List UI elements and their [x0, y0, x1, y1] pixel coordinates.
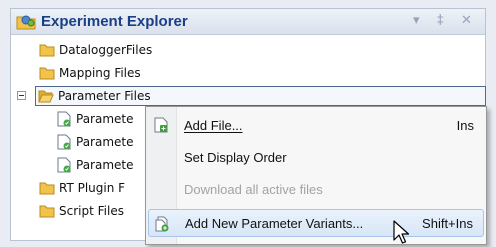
tree-item-mapping-files[interactable]: Mapping Files: [39, 63, 141, 83]
parameter-file-icon: [57, 134, 71, 150]
menu-item-label: Set Display Order: [184, 149, 287, 165]
menu-item-shortcut: Ins: [456, 117, 474, 133]
tree-item-label: DataloggerFiles: [59, 43, 153, 57]
menu-item-add-file[interactable]: Add File... Ins: [148, 111, 484, 139]
parameter-file-icon: [57, 157, 71, 173]
menu-item-label: Download all active files: [184, 181, 323, 197]
panel-titlebar: Experiment Explorer ▾ ‡ ✕: [11, 9, 485, 35]
tree-item-parameter-file-2[interactable]: Paramete: [56, 132, 134, 152]
parameter-file-icon: [57, 111, 71, 127]
folder-icon: [39, 182, 55, 195]
tree-item-label: Mapping Files: [59, 66, 141, 80]
menu-item-label: Add File...: [184, 117, 243, 133]
panel-close-button[interactable]: ✕: [461, 14, 472, 28]
panel-title: Experiment Explorer: [41, 13, 188, 30]
tree-item-parameter-file-3[interactable]: Paramete: [56, 155, 134, 175]
menu-item-set-display-order[interactable]: Set Display Order: [148, 143, 484, 171]
tree-item-datalogger-files[interactable]: DataloggerFiles: [39, 40, 152, 60]
tree-item-rt-plugin-files[interactable]: RT Plugin F: [39, 178, 125, 198]
folder-icon: [39, 44, 55, 57]
folder-icon: [39, 67, 55, 80]
add-file-icon: [154, 117, 168, 133]
tree-item-parameter-file-1[interactable]: Paramete: [56, 109, 134, 129]
context-menu: Add File... Ins Set Display Order Downlo…: [145, 106, 487, 245]
menu-item-label: Add New Parameter Variants...: [185, 215, 364, 231]
menu-item-shortcut: Shift+Ins: [422, 215, 473, 231]
tree-item-label: Paramete: [76, 158, 134, 172]
experiment-explorer-icon: [16, 15, 36, 30]
panel-pin-button[interactable]: ‡: [437, 14, 444, 28]
collapse-toggle[interactable]: [17, 91, 26, 100]
tree-item-script-files[interactable]: Script Files: [39, 201, 124, 221]
tree-item-label: Script Files: [59, 204, 124, 218]
add-variants-icon: [155, 216, 169, 232]
menu-item-add-new-parameter-variants[interactable]: Add New Parameter Variants... Shift+Ins: [148, 209, 484, 237]
tree-item-label: Paramete: [76, 135, 134, 149]
mouse-pointer-icon: [393, 220, 410, 244]
open-folder-icon: [38, 90, 54, 103]
tree-item-parameter-files[interactable]: Parameter Files: [35, 86, 486, 106]
tree-item-label: RT Plugin F: [59, 181, 126, 195]
tree-item-label: Paramete: [76, 112, 134, 126]
folder-icon: [39, 205, 55, 218]
panel-dropdown-button[interactable]: ▾: [413, 14, 420, 28]
menu-item-download-all-active-files: Download all active files: [148, 175, 484, 203]
tree-item-label: Parameter Files: [58, 89, 151, 103]
